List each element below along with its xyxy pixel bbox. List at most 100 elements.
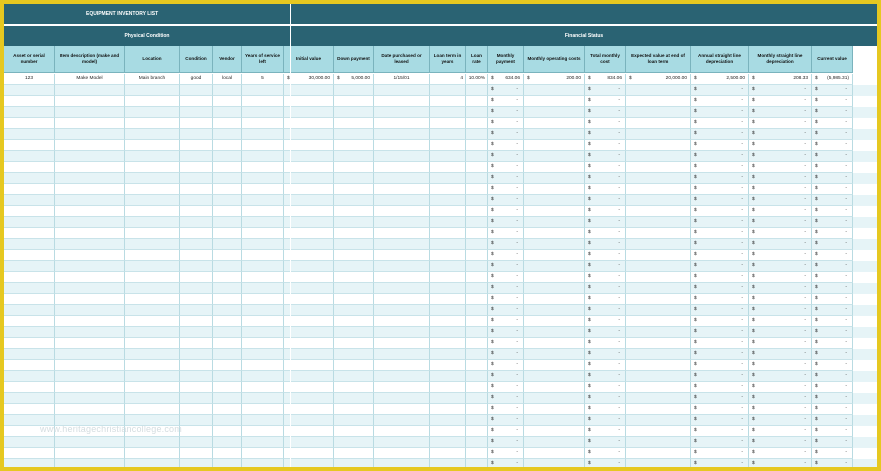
cell-monthly-depr[interactable]: $208.33 bbox=[749, 74, 812, 85]
cell-monthly-operating[interactable] bbox=[524, 316, 585, 327]
cell-item[interactable] bbox=[55, 173, 125, 184]
cell-down-payment[interactable] bbox=[334, 140, 374, 151]
cell-total-monthly[interactable]: $ - bbox=[585, 448, 626, 459]
cell-down-payment[interactable] bbox=[334, 305, 374, 316]
cell-condition[interactable] bbox=[180, 371, 213, 382]
cell-vendor[interactable] bbox=[213, 217, 242, 228]
cell-expected-value[interactable] bbox=[626, 173, 691, 184]
cell-location[interactable] bbox=[125, 129, 180, 140]
cell-loan-term[interactable] bbox=[430, 327, 466, 338]
cell-down-payment[interactable] bbox=[334, 404, 374, 415]
cell-total-monthly[interactable]: $ - bbox=[585, 96, 626, 107]
cell-condition[interactable] bbox=[180, 327, 213, 338]
cell-total-monthly[interactable]: $ - bbox=[585, 294, 626, 305]
cell-item[interactable] bbox=[55, 239, 125, 250]
cell-years-left[interactable] bbox=[242, 382, 284, 393]
cell-years-left[interactable] bbox=[242, 305, 284, 316]
cell-monthly-payment[interactable]: $ - bbox=[488, 250, 524, 261]
cell-total-monthly[interactable]: $ - bbox=[585, 228, 626, 239]
cell-down-payment[interactable] bbox=[334, 151, 374, 162]
cell-item[interactable] bbox=[55, 283, 125, 294]
cell-asset[interactable] bbox=[4, 316, 55, 327]
cell-monthly-payment[interactable]: $ - bbox=[488, 360, 524, 371]
cell-expected-value[interactable] bbox=[626, 349, 691, 360]
cell-date-purchased[interactable] bbox=[374, 239, 430, 250]
cell-total-monthly[interactable]: $ - bbox=[585, 393, 626, 404]
cell-current-value[interactable]: $ - bbox=[812, 107, 853, 118]
cell-loan-term[interactable] bbox=[430, 228, 466, 239]
cell-expected-value[interactable] bbox=[626, 415, 691, 426]
cell-loan-rate[interactable] bbox=[466, 316, 488, 327]
cell-monthly-payment[interactable]: $634.06 bbox=[488, 74, 524, 85]
cell-vendor[interactable] bbox=[213, 239, 242, 250]
cell-expected-value[interactable] bbox=[626, 426, 691, 437]
cell-item[interactable] bbox=[55, 129, 125, 140]
cell-initial-value[interactable] bbox=[284, 140, 334, 151]
cell-monthly-depr[interactable]: $ - bbox=[749, 217, 812, 228]
cell-loan-rate[interactable] bbox=[466, 184, 488, 195]
cell-expected-value[interactable] bbox=[626, 140, 691, 151]
cell-item[interactable] bbox=[55, 437, 125, 448]
cell-annual-depr[interactable]: $ - bbox=[691, 107, 749, 118]
cell-asset[interactable] bbox=[4, 327, 55, 338]
cell-total-monthly[interactable]: $ - bbox=[585, 371, 626, 382]
cell-loan-term[interactable] bbox=[430, 118, 466, 129]
cell-annual-depr[interactable]: $ - bbox=[691, 283, 749, 294]
cell-down-payment[interactable] bbox=[334, 349, 374, 360]
cell-loan-term[interactable] bbox=[430, 250, 466, 261]
cell-date-purchased[interactable] bbox=[374, 360, 430, 371]
cell-current-value[interactable]: $ - bbox=[812, 360, 853, 371]
cell-monthly-payment[interactable]: $ - bbox=[488, 228, 524, 239]
cell-date-purchased[interactable] bbox=[374, 272, 430, 283]
cell-loan-rate[interactable] bbox=[466, 283, 488, 294]
cell-down-payment[interactable] bbox=[334, 415, 374, 426]
cell-annual-depr[interactable]: $ - bbox=[691, 327, 749, 338]
cell-condition[interactable] bbox=[180, 96, 213, 107]
cell-monthly-operating[interactable] bbox=[524, 261, 585, 272]
cell-monthly-depr[interactable]: $ - bbox=[749, 96, 812, 107]
cell-monthly-depr[interactable]: $ - bbox=[749, 437, 812, 448]
cell-asset[interactable] bbox=[4, 448, 55, 459]
cell-monthly-payment[interactable]: $ - bbox=[488, 305, 524, 316]
cell-loan-term[interactable] bbox=[430, 96, 466, 107]
cell-item[interactable] bbox=[55, 217, 125, 228]
cell-condition[interactable] bbox=[180, 437, 213, 448]
cell-condition[interactable] bbox=[180, 283, 213, 294]
cell-annual-depr[interactable]: $ - bbox=[691, 228, 749, 239]
cell-asset[interactable] bbox=[4, 173, 55, 184]
cell-condition[interactable] bbox=[180, 162, 213, 173]
cell-loan-rate[interactable] bbox=[466, 261, 488, 272]
cell-monthly-payment[interactable]: $ - bbox=[488, 272, 524, 283]
cell-condition[interactable] bbox=[180, 338, 213, 349]
cell-annual-depr[interactable]: $ - bbox=[691, 118, 749, 129]
col-header-location[interactable]: Location bbox=[125, 46, 180, 73]
cell-expected-value[interactable] bbox=[626, 360, 691, 371]
cell-current-value[interactable]: $ - bbox=[812, 129, 853, 140]
cell-vendor[interactable] bbox=[213, 206, 242, 217]
cell-total-monthly[interactable]: $ - bbox=[585, 272, 626, 283]
cell-monthly-depr[interactable]: $ - bbox=[749, 206, 812, 217]
cell-monthly-depr[interactable]: $ - bbox=[749, 338, 812, 349]
cell-monthly-payment[interactable]: $ - bbox=[488, 371, 524, 382]
cell-item[interactable] bbox=[55, 360, 125, 371]
col-header-monthly-payment[interactable]: Monthly payment bbox=[488, 46, 524, 73]
cell-loan-rate[interactable] bbox=[466, 173, 488, 184]
cell-annual-depr[interactable]: $ - bbox=[691, 151, 749, 162]
cell-years-left[interactable] bbox=[242, 437, 284, 448]
cell-annual-depr[interactable]: $ - bbox=[691, 349, 749, 360]
cell-date-purchased[interactable] bbox=[374, 261, 430, 272]
cell-initial-value[interactable] bbox=[284, 283, 334, 294]
cell-loan-term[interactable]: 4 bbox=[430, 74, 466, 85]
cell-item[interactable] bbox=[55, 327, 125, 338]
col-header-item[interactable]: Item description (make and model) bbox=[55, 46, 125, 73]
cell-monthly-payment[interactable]: $ - bbox=[488, 261, 524, 272]
cell-monthly-payment[interactable]: $ - bbox=[488, 217, 524, 228]
cell-loan-term[interactable] bbox=[430, 360, 466, 371]
cell-total-monthly[interactable]: $ - bbox=[585, 217, 626, 228]
cell-loan-rate[interactable] bbox=[466, 426, 488, 437]
cell-monthly-operating[interactable] bbox=[524, 250, 585, 261]
cell-vendor[interactable] bbox=[213, 305, 242, 316]
cell-loan-rate[interactable] bbox=[466, 162, 488, 173]
cell-current-value[interactable]: $ - bbox=[812, 305, 853, 316]
cell-vendor[interactable] bbox=[213, 360, 242, 371]
